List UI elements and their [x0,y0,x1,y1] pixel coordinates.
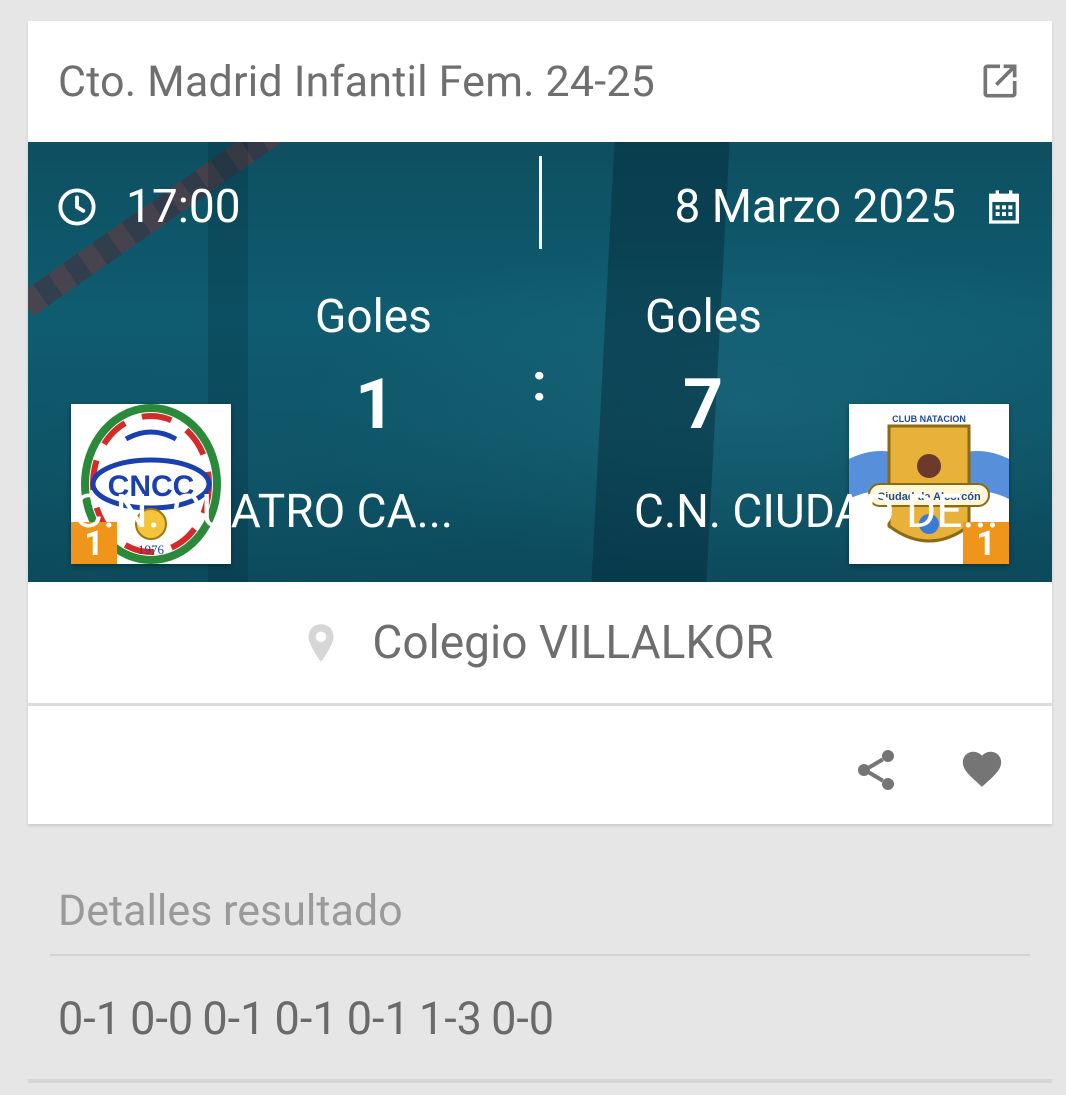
competition-header: Cto. Madrid Infantil Fem. 24-25 [28,21,1052,142]
clock-icon [58,188,96,226]
away-team-name[interactable]: C.N. CIUDAD DE... [634,485,999,539]
match-card: Cto. Madrid Infantil Fem. 24-25 17:00 8 … [28,21,1052,824]
share-icon[interactable] [852,746,900,794]
away-team-logo[interactable]: CLUB NATACION Ciudad de Alcorcón 1 [849,404,1009,564]
score-separator: : [532,352,547,413]
away-score: 7 [683,364,724,446]
svg-text:1976: 1976 [138,542,165,557]
competition-title: Cto. Madrid Infantil Fem. 24-25 [58,56,656,107]
home-team-name[interactable]: C.N. CUATRO CA... [73,485,453,539]
match-hero: 17:00 8 Marzo 2025 CNCC 1976 1 Goles 1:… [28,142,1052,582]
date-text: 8 Marzo 2025 [674,180,956,234]
details-divider [50,954,1030,956]
heart-icon[interactable] [958,746,1006,792]
open-in-new-icon[interactable] [978,59,1022,103]
calendar-icon [989,190,1019,224]
away-goals-label: Goles [645,290,762,344]
details-bottom-divider [28,1079,1052,1083]
quarter-scores: 0-1 0-0 0-1 0-1 0-1 1-3 0-0 [58,992,555,1045]
details-section-title: Detalles resultado [58,886,403,936]
venue-row[interactable]: Colegio VILLALKOR [28,582,1052,706]
venue-name: Colegio VILLALKOR [372,615,774,670]
location-pin-icon [308,623,334,662]
home-goals-label: Goles [315,290,432,344]
match-time: 17:00 [56,180,241,234]
card-actions [28,706,1052,824]
svg-text:CLUB NATACION: CLUB NATACION [892,414,966,424]
time-text: 17:00 [126,180,241,234]
home-score: 1 [355,364,396,446]
match-date: 8 Marzo 2025 [674,180,1024,234]
time-date-divider [539,156,542,249]
home-team-logo[interactable]: CNCC 1976 1 [71,404,231,564]
